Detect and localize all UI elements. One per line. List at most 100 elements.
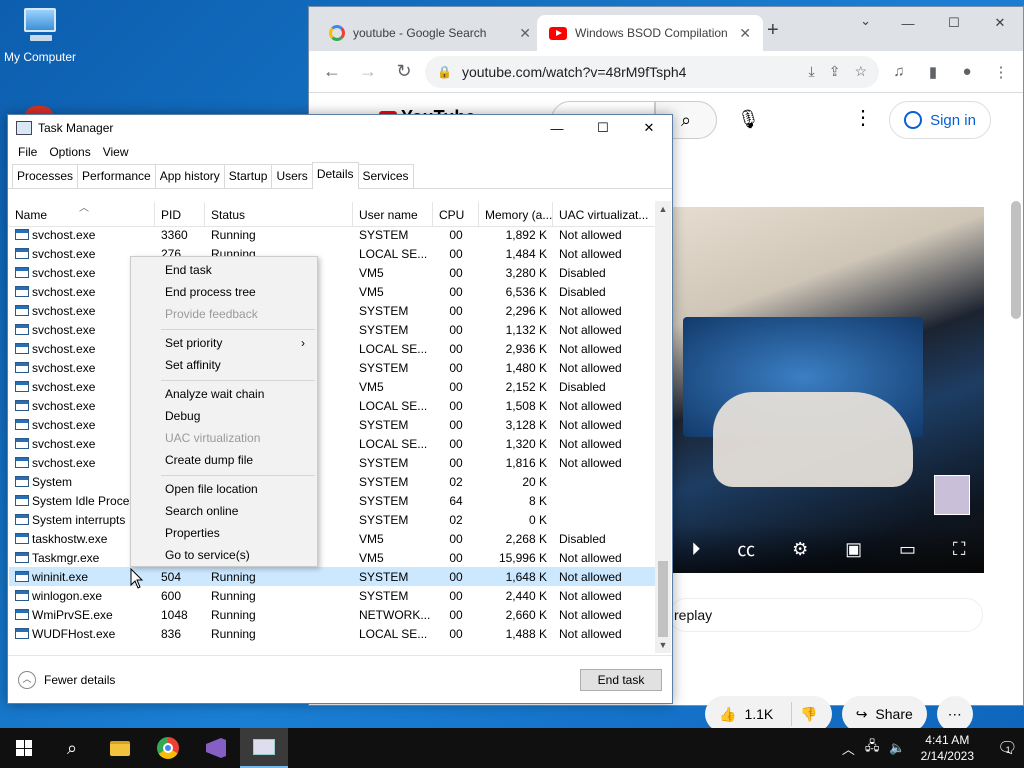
table-row[interactable]: svchost.exe SYSTEM 00 1,816 K Not allowed (9, 453, 657, 472)
like-button[interactable]: 👍 1.1K 👎 (705, 696, 832, 732)
scrollbar-thumb[interactable] (658, 561, 668, 637)
tab-details[interactable]: Details (311, 162, 359, 189)
table-row[interactable]: svchost.exe SYSTEM 00 3,128 K Not allowed (9, 415, 657, 434)
thumbs-down-icon[interactable]: 👎 (800, 706, 817, 723)
chrome-menu-icon[interactable]: ⋮ (987, 63, 1015, 81)
chevron-down-icon[interactable]: ⌄ (860, 13, 871, 29)
tab-performance[interactable]: Performance (77, 164, 156, 188)
column-user-name[interactable]: User name (353, 202, 433, 226)
table-row[interactable]: svchost.exe LOCAL SE... 00 2,936 K Not allow… (9, 339, 657, 358)
fewer-details-link[interactable]: Fewer details (44, 673, 115, 687)
volume-icon[interactable]: 🔈 (884, 740, 910, 756)
my-computer-desktop-icon[interactable]: My Computer (0, 8, 80, 64)
close-button[interactable]: ✕ (977, 7, 1023, 39)
lock-icon[interactable]: 🔒 (437, 65, 452, 79)
menu-item-end-task[interactable]: End task (131, 260, 317, 282)
start-button[interactable] (0, 728, 48, 768)
address-bar[interactable]: 🔒 youtube.com/watch?v=48rM9fTsph4 ⤓ ⇪ ☆ (425, 55, 879, 88)
notification-center-button[interactable]: 🗨 1 (984, 728, 1024, 768)
more-options-icon[interactable]: ⋮ (853, 105, 873, 130)
menu-item-set-priority[interactable]: Set priority › (131, 333, 317, 355)
fullscreen-icon[interactable]: ⛶ (953, 539, 966, 560)
visual-studio-taskbar-button[interactable] (192, 728, 240, 768)
menu-file[interactable]: File (12, 141, 43, 163)
tab-users[interactable]: Users (271, 164, 313, 188)
menu-item-go-to-service-s[interactable]: Go to service(s) (131, 545, 317, 567)
install-icon[interactable]: ⤓ (809, 63, 815, 80)
scroll-down-arrow-icon[interactable]: ▼ (655, 637, 671, 653)
end-task-button[interactable]: End task (580, 669, 662, 691)
column-pid[interactable]: PID (155, 202, 205, 226)
video-player[interactable]: ⏵ ㏄ ⚙ ▣ ▭ ⛶ (673, 207, 984, 573)
scroll-up-arrow-icon[interactable]: ▲ (655, 201, 671, 217)
menu-item-end-process-tree[interactable]: End process tree (131, 282, 317, 304)
tab-services[interactable]: Services (357, 164, 414, 188)
search-taskbar-button[interactable]: ⌕ (48, 728, 96, 768)
menu-options[interactable]: Options (43, 141, 96, 163)
bookmark-star-icon[interactable]: ☆ (854, 63, 867, 80)
menu-item-search-online[interactable]: Search online (131, 501, 317, 523)
autoplay-toggle-icon[interactable]: ⏵ (691, 539, 700, 560)
table-row[interactable]: svchost.exe SYSTEM 00 1,132 K Not allowed (9, 320, 657, 339)
menu-item-analyze-wait-chain[interactable]: Analyze wait chain (131, 384, 317, 406)
table-row[interactable]: System Idle Proces SYSTEM 64 8 K (9, 491, 657, 510)
tab-app-history[interactable]: App history (154, 164, 225, 188)
settings-gear-icon[interactable]: ⚙ (792, 539, 808, 560)
tab-processes[interactable]: Processes (12, 164, 79, 188)
table-row[interactable]: svchost.exe LOCAL SE... 00 1,508 K Not allow… (9, 396, 657, 415)
clock[interactable]: 4:41 AM 2/14/2023 (911, 732, 984, 764)
column-cpu[interactable]: CPU (433, 202, 479, 226)
replay-chip[interactable]: replay (669, 598, 983, 632)
menu-item-debug[interactable]: Debug (131, 406, 317, 428)
menu-item-open-file-location[interactable]: Open file location (131, 479, 317, 501)
menu-item-properties[interactable]: Properties (131, 523, 317, 545)
table-row[interactable]: svchost.exe VM5 00 2,152 K Disabled (9, 377, 657, 396)
file-explorer-button[interactable] (96, 728, 144, 768)
table-scrollbar[interactable]: ▲ ▼ (655, 201, 671, 653)
share-button[interactable]: ↪ Share (841, 696, 927, 732)
network-icon[interactable]: 🖧 (860, 737, 885, 759)
task-manager-taskbar-button[interactable] (240, 728, 288, 768)
reload-button[interactable]: ↻ (389, 57, 419, 87)
share-icon[interactable]: ⇪ (829, 63, 841, 80)
page-scrollbar[interactable] (1011, 201, 1021, 319)
table-row[interactable]: winlogon.exe 600 Running SYSTEM 00 2,440 K Not… (9, 586, 657, 605)
chevron-up-circle-icon[interactable]: ︿ (18, 670, 36, 689)
title-bar[interactable]: Task Manager — ☐ ✕ (8, 115, 672, 141)
more-actions-button[interactable]: ⋯ (936, 696, 973, 732)
table-row[interactable]: System interrupts SYSTEM 02 0 K (9, 510, 657, 529)
close-tab-icon[interactable]: ✕ (739, 25, 751, 42)
show-hidden-icons-chevron-icon[interactable]: ︿ (837, 739, 860, 758)
miniplayer-icon[interactable]: ▣ (845, 539, 862, 560)
tab-google-search[interactable]: youtube - Google Search ✕ (317, 15, 543, 51)
minimize-button[interactable]: — (885, 7, 931, 39)
maximize-button[interactable]: ☐ (580, 115, 626, 141)
close-button[interactable]: ✕ (626, 115, 672, 141)
minimize-button[interactable]: — (534, 115, 580, 141)
table-row[interactable]: System SYSTEM 02 20 K (9, 472, 657, 491)
table-row[interactable]: WmiPrvSE.exe 1048 Running NETWORK... 00 2,660… (9, 605, 657, 624)
menu-view[interactable]: View (97, 141, 135, 163)
profile-icon[interactable]: ● (953, 63, 981, 80)
microphone-icon[interactable]: 🎙 (737, 109, 760, 130)
captions-icon[interactable]: ㏄ (737, 536, 755, 562)
side-panel-icon[interactable]: ▮ (919, 63, 947, 81)
maximize-button[interactable]: ☐ (931, 7, 977, 39)
chrome-taskbar-button[interactable] (144, 728, 192, 768)
table-row[interactable]: WUDFHost.exe 836 Running LOCAL SE... 00 1,488… (9, 624, 657, 643)
table-row[interactable]: wininit.exe 504 Running SYSTEM 00 1,648 K Not … (9, 567, 657, 586)
table-row[interactable]: svchost.exe SYSTEM 00 2,296 K Not allowed (9, 301, 657, 320)
close-tab-icon[interactable]: ✕ (519, 25, 531, 42)
menu-item-set-affinity[interactable]: Set affinity (131, 355, 317, 377)
table-row[interactable]: svchost.exe 3360 Running SYSTEM 00 1,892 K Not… (9, 225, 657, 244)
back-button[interactable]: ← (317, 57, 347, 87)
column-status[interactable]: Status (205, 202, 353, 226)
new-tab-button[interactable]: + (767, 19, 779, 42)
table-row[interactable]: svchost.exe VM5 00 3,280 K Disabled (9, 263, 657, 282)
sign-in-button[interactable]: Sign in (889, 101, 991, 139)
table-row[interactable]: svchost.exe VM5 00 6,536 K Disabled (9, 282, 657, 301)
table-row[interactable]: Taskmgr.exe VM5 00 15,996 K Not allowed (9, 548, 657, 567)
theater-mode-icon[interactable]: ▭ (899, 539, 916, 560)
table-row[interactable]: svchost.exe 276 Running LOCAL SE... 00 1,484 … (9, 244, 657, 263)
table-row[interactable]: taskhostw.exe VM5 00 2,268 K Disabled (9, 529, 657, 548)
